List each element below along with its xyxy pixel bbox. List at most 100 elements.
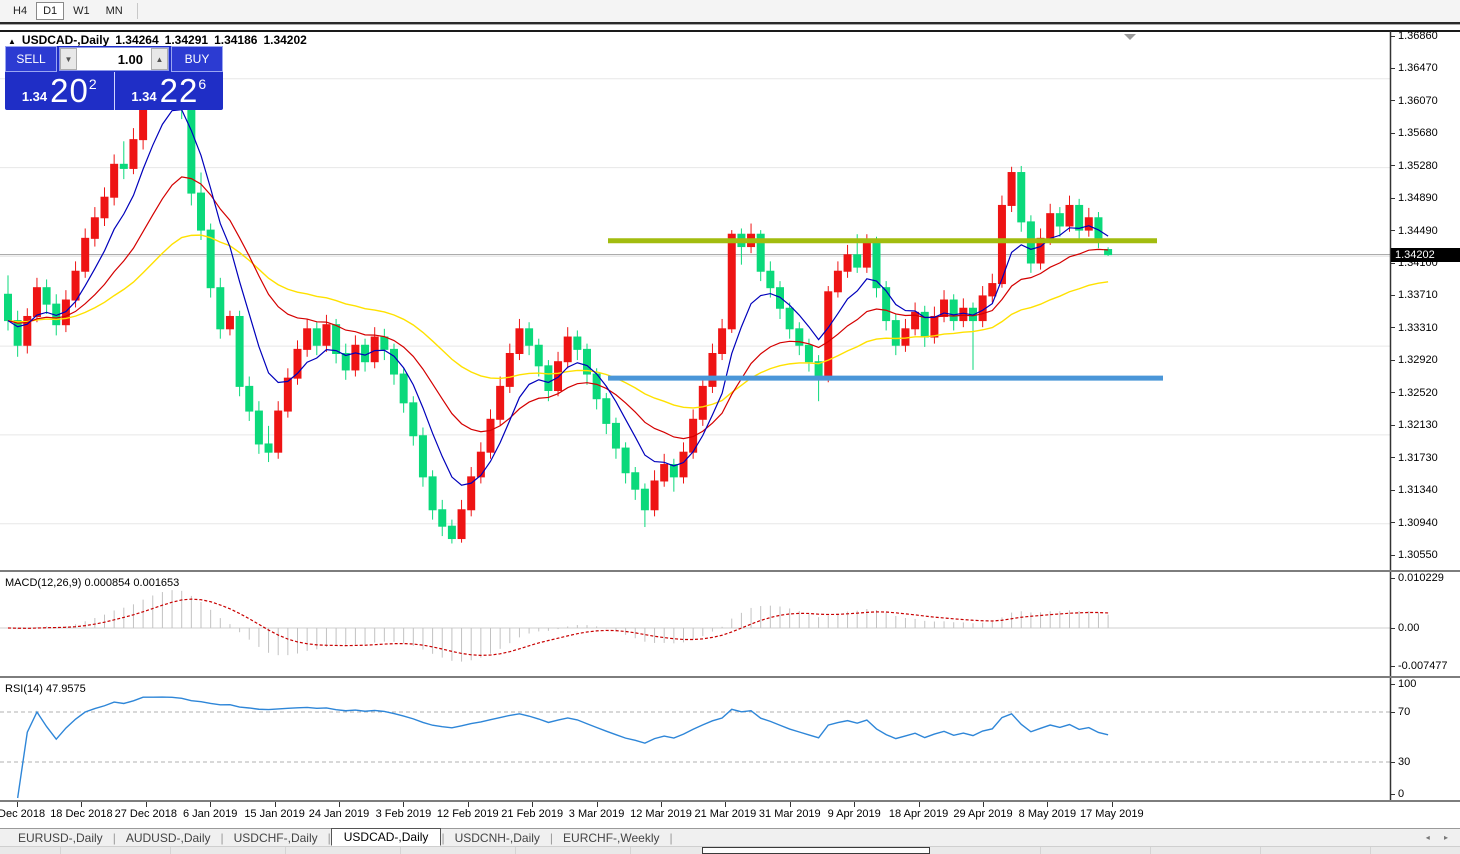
timeframe-button-h4[interactable]: H4: [6, 2, 34, 20]
price-tick-label: 1.33710: [1398, 289, 1438, 301]
price-tick: [1390, 360, 1395, 361]
time-axis[interactable]: 9 Dec 201818 Dec 201827 Dec 20186 Jan 20…: [0, 802, 1460, 828]
sell-price[interactable]: 1.34 20 2: [5, 72, 115, 110]
chart-tab-eurchf[interactable]: EURCHF-,Weekly: [553, 830, 669, 846]
price-tick-label: 1.36070: [1398, 95, 1438, 107]
macd-panel-canvas[interactable]: [0, 572, 1460, 676]
buy-price-prefix: 1.34: [131, 89, 156, 104]
chart-tabs-bar: EURUSD-,Daily|AUDUSD-,Daily|USDCHF-,Dail…: [0, 828, 1460, 846]
price-tick-label: 1.30940: [1398, 517, 1438, 529]
sell-price-big: 20: [50, 72, 89, 110]
date-tick: [468, 802, 469, 807]
taskbar-edge: [0, 846, 1460, 854]
date-tick: [790, 802, 791, 807]
rsi-tick-label: 30: [1398, 756, 1410, 768]
date-tick: [532, 802, 533, 807]
taskbar-separator: [1260, 847, 1261, 854]
price-tick-label: 1.35680: [1398, 127, 1438, 139]
date-tick: [661, 802, 662, 807]
buy-price[interactable]: 1.34 22 6: [115, 72, 224, 110]
price-tick-label: 1.32520: [1398, 387, 1438, 399]
symbol-label: USDCAD-,Daily: [22, 33, 109, 47]
taskbar-separator: [400, 847, 401, 854]
taskbar-separator: [170, 847, 171, 854]
taskbar-separator: [1370, 847, 1371, 854]
sell-button[interactable]: SELL: [5, 46, 57, 72]
timeframe-button-d1[interactable]: D1: [36, 2, 64, 20]
buy-price-sup: 6: [198, 76, 206, 92]
price-tick: [1390, 490, 1395, 491]
price-tick-label: 1.36860: [1398, 30, 1438, 42]
date-tick: [339, 802, 340, 807]
price-tick-label: 1.32130: [1398, 419, 1438, 431]
last-bar-marker-icon: [1124, 34, 1136, 40]
macd-tick: [1390, 628, 1395, 629]
price-tick: [1390, 68, 1395, 69]
price-tick-label: 1.35280: [1398, 160, 1438, 172]
rsi-panel-canvas[interactable]: [0, 678, 1460, 800]
price-tick: [1390, 198, 1395, 199]
price-tick: [1390, 230, 1395, 231]
price-tick: [1390, 522, 1395, 523]
rsi-tick-label: 70: [1398, 706, 1410, 718]
mt4-window: H4D1W1MN ▲USDCAD-,Daily1.342641.342911.3…: [0, 0, 1460, 854]
ohlc-high: 1.34291: [165, 33, 208, 47]
volume-input[interactable]: [77, 48, 151, 70]
date-tick: [81, 802, 82, 807]
chart-tab-usdcnh[interactable]: USDCNH-,Daily: [445, 830, 550, 846]
macd-tick-label: 0.00: [1398, 622, 1419, 634]
rsi-tick-label: 100: [1398, 678, 1416, 690]
date-tick: [597, 802, 598, 807]
price-tick-label: 1.36470: [1398, 62, 1438, 74]
chart-tab-eurusd[interactable]: EURUSD-,Daily: [8, 830, 113, 846]
taskbar-separator: [515, 847, 516, 854]
tabs-scroll-right-icon[interactable]: ▸: [1444, 833, 1454, 842]
price-tick-label: 1.32920: [1398, 354, 1438, 366]
taskbar-active-window[interactable]: [702, 847, 930, 854]
current-price-tag: 1.34202: [1391, 248, 1460, 262]
one-click-trade-panel: SELL ▼ ▲ BUY 1.34 20 2 1.34 22 6: [5, 46, 223, 110]
tabs-scroll-left-icon[interactable]: ◂: [1426, 833, 1436, 842]
date-tick: [854, 802, 855, 807]
date-tick: [146, 802, 147, 807]
date-tick: [275, 802, 276, 807]
price-tick: [1390, 295, 1395, 296]
price-tick: [1390, 392, 1395, 393]
price-tick: [1390, 133, 1395, 134]
taskbar-separator: [60, 847, 61, 854]
taskbar-separator: [630, 847, 631, 854]
date-tick: [1112, 802, 1113, 807]
rsi-tick: [1390, 794, 1395, 795]
volume-control: ▼ ▲: [59, 47, 169, 71]
timeframe-button-w1[interactable]: W1: [66, 2, 97, 20]
chart-tab-usdchf[interactable]: USDCHF-,Daily: [224, 830, 328, 846]
volume-decrease-button[interactable]: ▼: [60, 48, 77, 70]
date-tick: [210, 802, 211, 807]
volume-increase-button[interactable]: ▲: [151, 48, 168, 70]
ohlc-close: 1.34202: [263, 33, 306, 47]
macd-tick-label: -0.007477: [1398, 660, 1448, 672]
date-tick-label: 17 May 2019: [1072, 808, 1152, 820]
collapse-arrow-icon[interactable]: ▲: [8, 37, 16, 46]
price-tick-label: 1.31730: [1398, 452, 1438, 464]
timeframe-button-mn[interactable]: MN: [99, 2, 130, 20]
date-tick: [17, 802, 18, 807]
rsi-tick: [1390, 762, 1395, 763]
buy-button[interactable]: BUY: [171, 46, 223, 72]
timeframe-toolbar: H4D1W1MN: [0, 0, 1460, 22]
chart-tab-usdcad[interactable]: USDCAD-,Daily: [331, 828, 442, 846]
price-tick: [1390, 425, 1395, 426]
price-tick-label: 1.34490: [1398, 225, 1438, 237]
rsi-tick: [1390, 684, 1395, 685]
chart-tab-audusd[interactable]: AUDUSD-,Daily: [116, 830, 221, 846]
chart-title: ▲USDCAD-,Daily1.342641.342911.341861.342…: [8, 33, 313, 47]
rsi-label: RSI(14) 47.9575: [5, 683, 86, 695]
tab-separator: |: [669, 831, 672, 845]
date-tick: [1047, 802, 1048, 807]
date-tick: [983, 802, 984, 807]
price-tick-label: 1.34890: [1398, 192, 1438, 204]
macd-label: MACD(12,26,9) 0.000854 0.001653: [5, 577, 179, 589]
taskbar-separator: [1040, 847, 1041, 854]
price-tick: [1390, 457, 1395, 458]
price-tick-label: 1.33310: [1398, 322, 1438, 334]
